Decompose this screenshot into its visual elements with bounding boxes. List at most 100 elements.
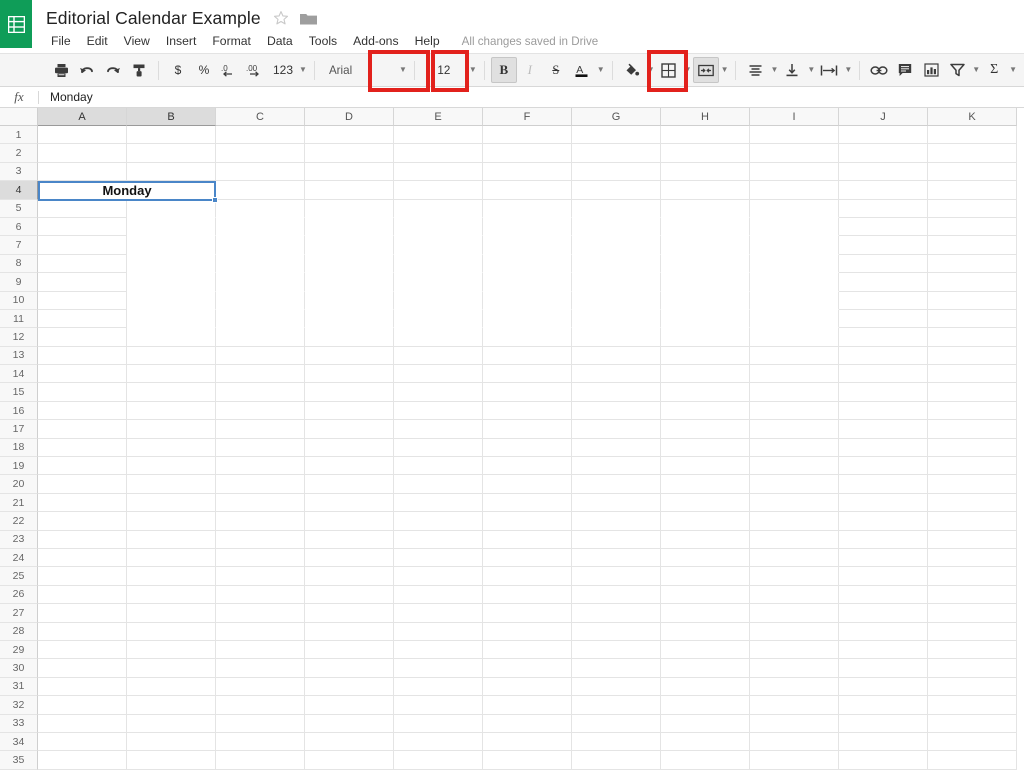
menu-view[interactable]: View [116, 34, 158, 48]
cell-H34[interactable] [661, 732, 750, 752]
cell-C10[interactable] [216, 291, 305, 310]
cell-I13[interactable] [750, 346, 839, 366]
cell-area[interactable] [38, 126, 1017, 770]
cell-F2[interactable] [483, 144, 572, 163]
cell-J25[interactable] [839, 567, 928, 586]
cell-E22[interactable] [394, 512, 483, 531]
row-header-8[interactable]: 8 [0, 254, 38, 274]
cell-B28[interactable] [127, 622, 216, 641]
cell-D26[interactable] [305, 585, 394, 605]
fill-color-chevron-down-icon[interactable]: ▼ [647, 66, 655, 74]
cell-D14[interactable] [305, 365, 394, 384]
font-size-chevron-down-icon[interactable]: ▼ [469, 66, 477, 74]
cell-C13[interactable] [216, 346, 305, 366]
column-header-a[interactable]: A [38, 108, 127, 126]
cell-G7[interactable] [572, 236, 661, 255]
cell-K12[interactable] [928, 328, 1017, 347]
cell-E33[interactable] [394, 714, 483, 733]
cell-H28[interactable] [661, 622, 750, 641]
cell-I5[interactable] [750, 199, 839, 218]
cell-B1[interactable] [127, 126, 216, 145]
row-header-5[interactable]: 5 [0, 199, 38, 218]
cell-D1[interactable] [305, 126, 394, 145]
cell-C26[interactable] [216, 585, 305, 605]
cell-G31[interactable] [572, 677, 661, 697]
horizontal-align-chevron-down-icon[interactable]: ▼ [770, 66, 778, 74]
cell-G18[interactable] [572, 438, 661, 458]
cell-G5[interactable] [572, 199, 661, 218]
percent-format-button[interactable]: % [191, 57, 217, 83]
cell-I4[interactable] [750, 181, 839, 200]
cell-B31[interactable] [127, 677, 216, 697]
cell-C33[interactable] [216, 714, 305, 733]
cell-A24[interactable] [38, 548, 127, 568]
row-header-4[interactable]: 4 [0, 181, 38, 200]
cell-B11[interactable] [127, 309, 216, 329]
cell-J6[interactable] [839, 217, 928, 237]
row-header-29[interactable]: 29 [0, 640, 38, 660]
cell-J17[interactable] [839, 420, 928, 439]
cell-J5[interactable] [839, 199, 928, 218]
cell-H14[interactable] [661, 365, 750, 384]
cell-H13[interactable] [661, 346, 750, 366]
formula-input[interactable]: Monday [50, 90, 93, 104]
cell-C9[interactable] [216, 273, 305, 292]
cell-A33[interactable] [38, 714, 127, 733]
cell-G1[interactable] [572, 126, 661, 145]
cell-D17[interactable] [305, 420, 394, 439]
cell-I33[interactable] [750, 714, 839, 733]
row-header-35[interactable]: 35 [0, 751, 38, 770]
cell-B20[interactable] [127, 475, 216, 494]
cell-I28[interactable] [750, 622, 839, 641]
cell-E21[interactable] [394, 493, 483, 513]
cell-H11[interactable] [661, 309, 750, 329]
cell-B21[interactable] [127, 493, 216, 513]
menu-tools[interactable]: Tools [301, 34, 345, 48]
cell-I31[interactable] [750, 677, 839, 697]
cell-D3[interactable] [305, 162, 394, 182]
cell-K20[interactable] [928, 475, 1017, 494]
cell-H12[interactable] [661, 328, 750, 347]
cell-C1[interactable] [216, 126, 305, 145]
cell-F18[interactable] [483, 438, 572, 458]
menu-file[interactable]: File [48, 34, 79, 48]
cell-A34[interactable] [38, 732, 127, 752]
horizontal-align-button[interactable] [742, 57, 768, 83]
cell-I29[interactable] [750, 640, 839, 660]
column-header-e[interactable]: E [394, 108, 483, 126]
cell-D35[interactable] [305, 751, 394, 770]
cell-K8[interactable] [928, 254, 1017, 274]
cell-B22[interactable] [127, 512, 216, 531]
text-color-chevron-down-icon[interactable]: ▼ [597, 66, 605, 74]
cell-F15[interactable] [483, 383, 572, 402]
cell-D7[interactable] [305, 236, 394, 255]
cell-H27[interactable] [661, 604, 750, 623]
cell-A3[interactable] [38, 162, 127, 182]
cell-A16[interactable] [38, 401, 127, 421]
cell-C24[interactable] [216, 548, 305, 568]
cell-A8[interactable] [38, 254, 127, 274]
cell-D18[interactable] [305, 438, 394, 458]
cell-H5[interactable] [661, 199, 750, 218]
column-header-b[interactable]: B [127, 108, 216, 126]
cell-C12[interactable] [216, 328, 305, 347]
cell-J3[interactable] [839, 162, 928, 182]
row-header-2[interactable]: 2 [0, 144, 38, 163]
cell-A6[interactable] [38, 217, 127, 237]
cell-K25[interactable] [928, 567, 1017, 586]
cell-B17[interactable] [127, 420, 216, 439]
cell-G4[interactable] [572, 181, 661, 200]
cell-B27[interactable] [127, 604, 216, 623]
cell-H9[interactable] [661, 273, 750, 292]
cell-I23[interactable] [750, 530, 839, 549]
cell-J20[interactable] [839, 475, 928, 494]
cell-C28[interactable] [216, 622, 305, 641]
cell-A21[interactable] [38, 493, 127, 513]
cell-G19[interactable] [572, 457, 661, 476]
cell-E20[interactable] [394, 475, 483, 494]
cell-C22[interactable] [216, 512, 305, 531]
cell-B15[interactable] [127, 383, 216, 402]
row-header-24[interactable]: 24 [0, 548, 38, 568]
cell-J32[interactable] [839, 696, 928, 715]
cell-F3[interactable] [483, 162, 572, 182]
